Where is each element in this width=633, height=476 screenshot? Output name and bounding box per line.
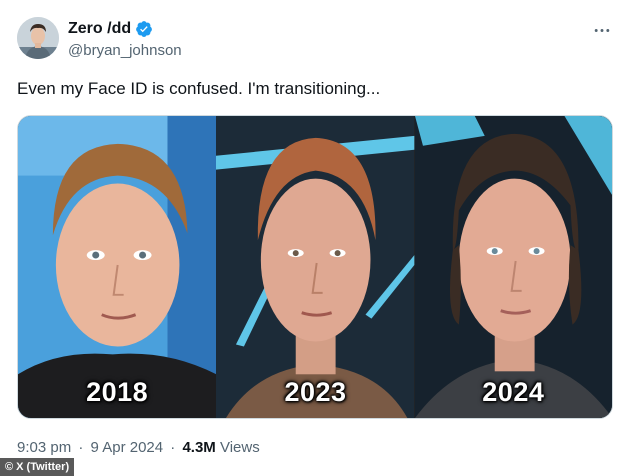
tweet-text: Even my Face ID is confused. I'm transit… [17,79,381,98]
views-label: Views [219,439,260,456]
media-panel-2018: 2018 [18,116,217,418]
portrait-2024 [414,116,612,418]
tweet-time[interactable]: 9:03 pm [17,439,71,456]
tweet-media[interactable]: 2018 2023 2024 [17,115,613,419]
author-name-row: Zero /dd [68,19,153,39]
portrait-2023 [216,116,415,418]
media-panel-2024: 2024 [414,116,612,418]
avatar[interactable] [17,17,59,59]
year-label: 2023 [284,377,347,407]
tweet-metadata: 9:03 pm · 9 Apr 2024 · 4.3M Views [17,438,260,458]
source-watermark: © X (Twitter) [0,458,75,476]
meta-separator: · [170,439,176,456]
portrait-2018 [18,116,217,418]
year-label: 2024 [482,377,545,407]
views-count[interactable]: 4.3M [182,439,215,456]
tweet-date[interactable]: 9 Apr 2024 [91,439,164,456]
year-label: 2018 [86,377,149,407]
more-options-icon[interactable] [591,20,613,40]
media-panel-2023: 2023 [216,116,415,418]
verified-badge-icon [135,20,153,38]
meta-separator: · [78,439,84,456]
author-handle[interactable]: @bryan_johnson [68,42,182,60]
avatar-image [17,17,59,59]
author-display-name[interactable]: Zero /dd [68,19,131,39]
tweet-card: Zero /dd @bryan_johnson Even my Face ID … [0,0,633,476]
